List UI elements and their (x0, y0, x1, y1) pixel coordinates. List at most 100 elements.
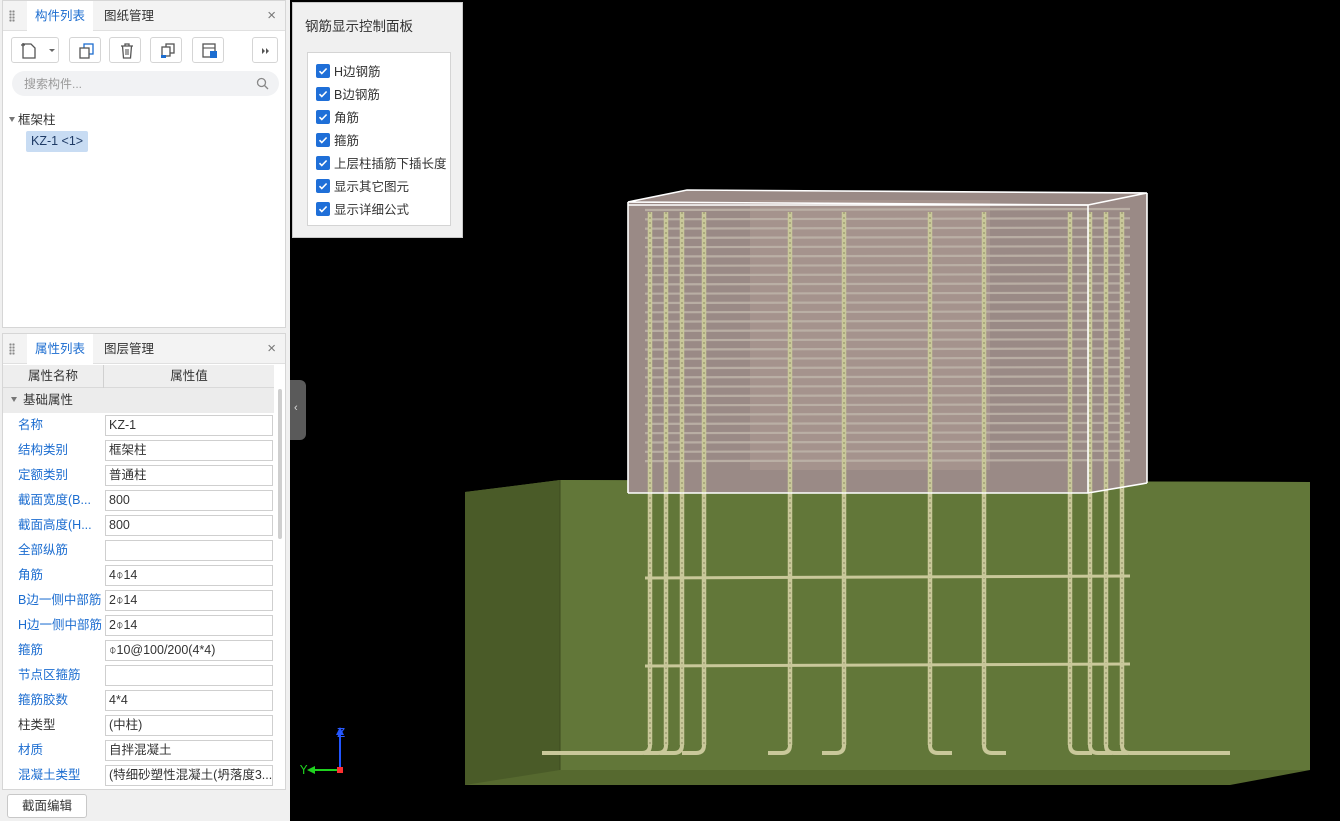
stirrup (644, 254, 1131, 258)
drag-grip-icon[interactable] (9, 343, 15, 355)
property-value-field[interactable]: ⌽10@100/200(4*4) (105, 640, 273, 661)
expand-arrow-icon[interactable] (9, 117, 15, 122)
property-row[interactable]: 箍筋胶数 4*4 (3, 688, 274, 713)
stirrup (644, 226, 1131, 230)
stirrup (644, 412, 1131, 416)
property-rows: 名称 KZ-1 结构类别 框架柱定额类别 普通柱 截面宽度(B... 800 截面高度(H..… (3, 413, 274, 788)
property-row[interactable]: 结构类别 框架柱 (3, 438, 274, 463)
column-header-value: 属性值 (170, 369, 208, 383)
property-value-field[interactable]: 2⌽14 (105, 615, 273, 636)
property-row[interactable]: 混凝土类型 (特细砂塑性混凝土(坍落度3... (3, 763, 274, 788)
property-row[interactable]: 截面宽度(B... 800 (3, 488, 274, 513)
checkmark-icon (318, 113, 328, 121)
stirrup (644, 310, 1131, 314)
property-name: 箍筋胶数 (18, 693, 69, 707)
stirrup (644, 338, 1131, 342)
checkbox[interactable] (316, 179, 330, 193)
delete-button[interactable] (109, 37, 141, 63)
property-name: 定额类别 (18, 468, 69, 482)
property-row[interactable]: 定额类别 普通柱 (3, 463, 274, 488)
property-table: 属性名称 属性值 基础属性 名称 KZ-1 结构类别 框架柱定额类别 普通柱 截面宽度(B… (3, 365, 274, 788)
y-axis-label: Y (300, 763, 308, 777)
tab-drawing-management[interactable]: 图纸管理 (96, 1, 162, 31)
checkbox[interactable] (316, 64, 330, 78)
property-value-field[interactable]: 自拌混凝土 (105, 740, 273, 761)
dropdown-arrow-icon[interactable] (48, 47, 56, 55)
property-value-field[interactable]: 普通柱 (105, 465, 273, 486)
checkbox[interactable] (316, 87, 330, 101)
copy-button[interactable] (69, 37, 101, 63)
property-row[interactable]: 柱类型 (中柱) (3, 713, 274, 738)
property-name: 角筋 (18, 568, 44, 582)
property-name: H边一侧中部筋 (18, 618, 103, 632)
stirrup (644, 347, 1131, 351)
stirrup (644, 245, 1131, 249)
section-basic-properties[interactable]: 基础属性 (3, 388, 274, 413)
property-value-field[interactable]: 4⌽14 (105, 565, 273, 586)
floor-copy-button[interactable] (192, 37, 224, 63)
foundation-side-face (465, 480, 560, 785)
drag-grip-icon[interactable] (9, 10, 15, 22)
property-scrollbar[interactable] (278, 389, 282, 539)
stirrup (644, 291, 1131, 295)
close-icon[interactable]: × (267, 340, 276, 357)
property-name: 截面宽度(B... (18, 493, 91, 507)
property-row[interactable]: 全部纵筋 (3, 538, 274, 563)
copy-to-floor-button[interactable] (150, 37, 182, 63)
checkbox[interactable] (316, 202, 330, 216)
property-value-field[interactable]: 框架柱 (105, 440, 273, 461)
property-value-field[interactable]: 800 (105, 490, 273, 511)
tree-group-label: 框架柱 (18, 113, 56, 127)
new-component-button[interactable] (11, 37, 59, 63)
stirrup (644, 449, 1131, 453)
more-button[interactable] (252, 37, 278, 63)
stirrup (644, 217, 1131, 221)
section-edit-button[interactable]: 截面编辑 (7, 794, 87, 818)
delete-icon (121, 43, 133, 59)
panel-collapse-handle[interactable]: ‹ (290, 380, 306, 440)
stirrup (644, 300, 1131, 305)
option-label: 角筋 (334, 111, 360, 125)
property-value-field[interactable]: (特细砂塑性混凝土(坍落度3... (105, 765, 273, 786)
property-row[interactable]: 节点区箍筋 (3, 663, 274, 688)
property-value-field[interactable] (105, 540, 273, 561)
collapse-arrow-icon[interactable] (11, 397, 17, 402)
checkbox[interactable] (316, 156, 330, 170)
property-name: 材质 (18, 743, 44, 757)
close-icon[interactable]: × (267, 7, 276, 24)
stirrup (644, 403, 1131, 407)
property-row[interactable]: 箍筋 ⌽10@100/200(4*4) (3, 638, 274, 663)
tab-layer-management[interactable]: 图层管理 (96, 334, 162, 364)
stirrup (644, 282, 1131, 286)
stirrup (644, 366, 1131, 370)
stirrup (644, 207, 1131, 212)
component-search (12, 71, 279, 96)
property-row[interactable]: H边一侧中部筋 2⌽14 (3, 613, 274, 638)
property-value-field[interactable]: (中柱) (105, 715, 273, 736)
tab-component-list[interactable]: 构件列表 (27, 1, 94, 32)
checkbox[interactable] (316, 110, 330, 124)
checkbox[interactable] (316, 133, 330, 147)
tree-item-kz1[interactable]: KZ-1 <1> (26, 131, 89, 152)
checkmark-icon (318, 90, 328, 98)
column-header-name: 属性名称 (3, 365, 104, 388)
property-value-field[interactable]: 800 (105, 515, 273, 536)
property-row[interactable]: 材质 自拌混凝土 (3, 738, 274, 763)
stirrup (644, 273, 1131, 277)
property-row[interactable]: 截面高度(H... 800 (3, 513, 274, 538)
property-value-field[interactable]: KZ-1 (105, 415, 273, 436)
property-table-header: 属性名称 属性值 (3, 365, 274, 388)
property-value-field[interactable]: 4*4 (105, 690, 273, 711)
stirrup (644, 356, 1131, 360)
copy-icon (79, 43, 94, 59)
tab-property-list[interactable]: 属性列表 (27, 334, 94, 365)
property-name: B边一侧中部筋 (18, 593, 102, 607)
search-icon[interactable] (256, 77, 269, 90)
property-value-field[interactable]: 2⌽14 (105, 590, 273, 611)
property-value-field[interactable] (105, 665, 273, 686)
property-row[interactable]: 角筋 4⌽14 (3, 563, 274, 588)
property-row[interactable]: B边一侧中部筋 2⌽14 (3, 588, 274, 613)
search-input[interactable] (24, 75, 249, 92)
tree-group-frame-column[interactable]: 框架柱 (9, 109, 56, 128)
property-row[interactable]: 名称 KZ-1 (3, 413, 274, 438)
